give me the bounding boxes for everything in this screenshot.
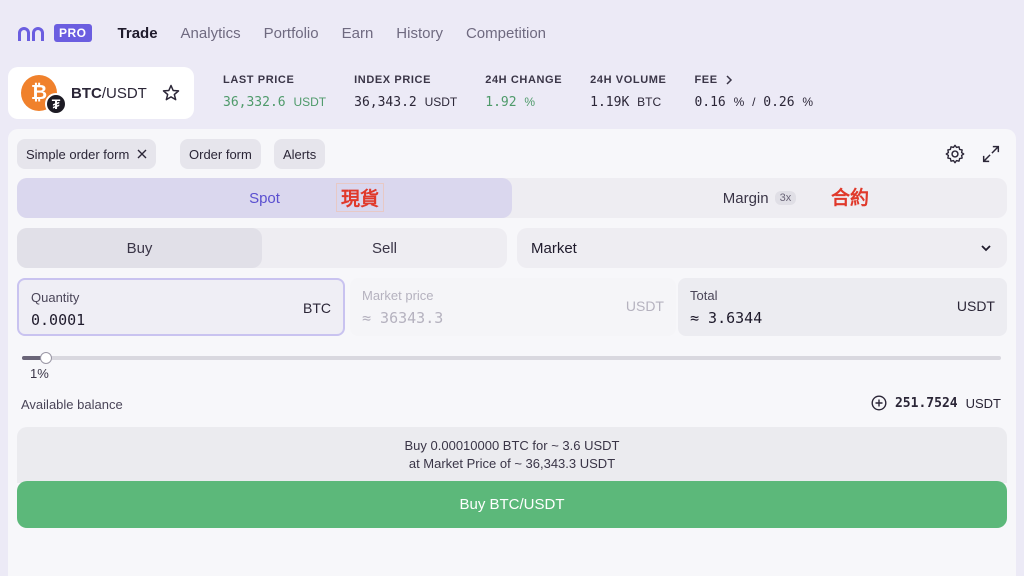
pair-selector[interactable]: ₿ ₮ BTC/USDT — [8, 67, 194, 119]
nav-earn[interactable]: Earn — [342, 25, 374, 42]
stat-24h-volume: 24H VOLUME 1.19K BTC — [590, 74, 667, 110]
top-nav: PRO Trade Analytics Portfolio Earn Histo… — [0, 0, 1024, 66]
close-icon[interactable] — [137, 149, 147, 159]
stat-last-price: LAST PRICE 36,332.6 USDT — [223, 74, 327, 110]
order-panel: Simple order form Order form Alerts Spot… — [8, 129, 1016, 576]
order-summary: Buy 0.00010000 BTC for ~ 3.6 USDT at Mar… — [17, 427, 1007, 483]
side-toggle: Buy Sell — [17, 228, 507, 268]
slider-percent: 1% — [30, 366, 49, 381]
nav-portfolio[interactable]: Portfolio — [264, 25, 319, 42]
nav-analytics[interactable]: Analytics — [181, 25, 241, 42]
order-type-select[interactable]: Market — [517, 228, 1007, 268]
tether-icon: ₮ — [45, 93, 67, 115]
leverage-badge: 3x — [774, 191, 797, 205]
chevron-down-icon — [981, 245, 991, 252]
annotation-spot: 現貨 — [336, 183, 385, 212]
gear-icon[interactable] — [944, 143, 966, 165]
available-balance: 251.7524 USDT — [871, 395, 1001, 411]
stat-index-price: INDEX PRICE 36,343.2 USDT — [354, 74, 458, 110]
tab-buy[interactable]: Buy — [17, 228, 262, 268]
plus-circle-icon[interactable] — [871, 395, 887, 411]
tab-spot[interactable]: Spot — [17, 178, 512, 218]
nav-trade[interactable]: Trade — [118, 25, 158, 42]
buy-button[interactable]: Buy BTC/USDT — [17, 481, 1007, 528]
market-stats: LAST PRICE 36,332.6 USDT INDEX PRICE 36,… — [223, 74, 841, 110]
annotation-margin: 合約 — [831, 187, 870, 209]
pair-icons: ₿ ₮ — [21, 75, 67, 115]
chevron-right-icon — [726, 75, 732, 85]
chip-order-form[interactable]: Order form — [180, 139, 261, 169]
tab-sell[interactable]: Sell — [262, 228, 507, 268]
quantity-input[interactable]: Quantity 0.0001 BTC — [17, 278, 345, 336]
expand-icon[interactable] — [980, 143, 1002, 165]
nav-competition[interactable]: Competition — [466, 25, 546, 42]
total-input[interactable]: Total ≈ 3.6344 USDT — [678, 278, 1007, 336]
stat-fee[interactable]: FEE 0.16 % / 0.26 % — [694, 74, 813, 110]
slider-thumb[interactable] — [39, 352, 52, 364]
pro-badge: PRO — [54, 24, 92, 42]
amount-slider[interactable] — [22, 352, 1001, 364]
available-balance-label: Available balance — [21, 397, 123, 412]
market-price-field: Market price ≈ 36343.3 USDT — [350, 278, 676, 336]
chip-alerts[interactable]: Alerts — [274, 139, 326, 169]
kraken-logo-icon — [18, 27, 44, 41]
pair-name: BTC/USDT — [71, 84, 147, 102]
logo[interactable]: PRO — [16, 24, 92, 42]
stat-24h-change: 24H CHANGE 1.92 % — [485, 74, 563, 110]
nav-history[interactable]: History — [396, 25, 443, 42]
tab-margin[interactable]: Margin 3x — [512, 178, 1007, 218]
star-icon[interactable] — [161, 83, 181, 103]
chip-simple-order-form[interactable]: Simple order form — [17, 139, 157, 169]
